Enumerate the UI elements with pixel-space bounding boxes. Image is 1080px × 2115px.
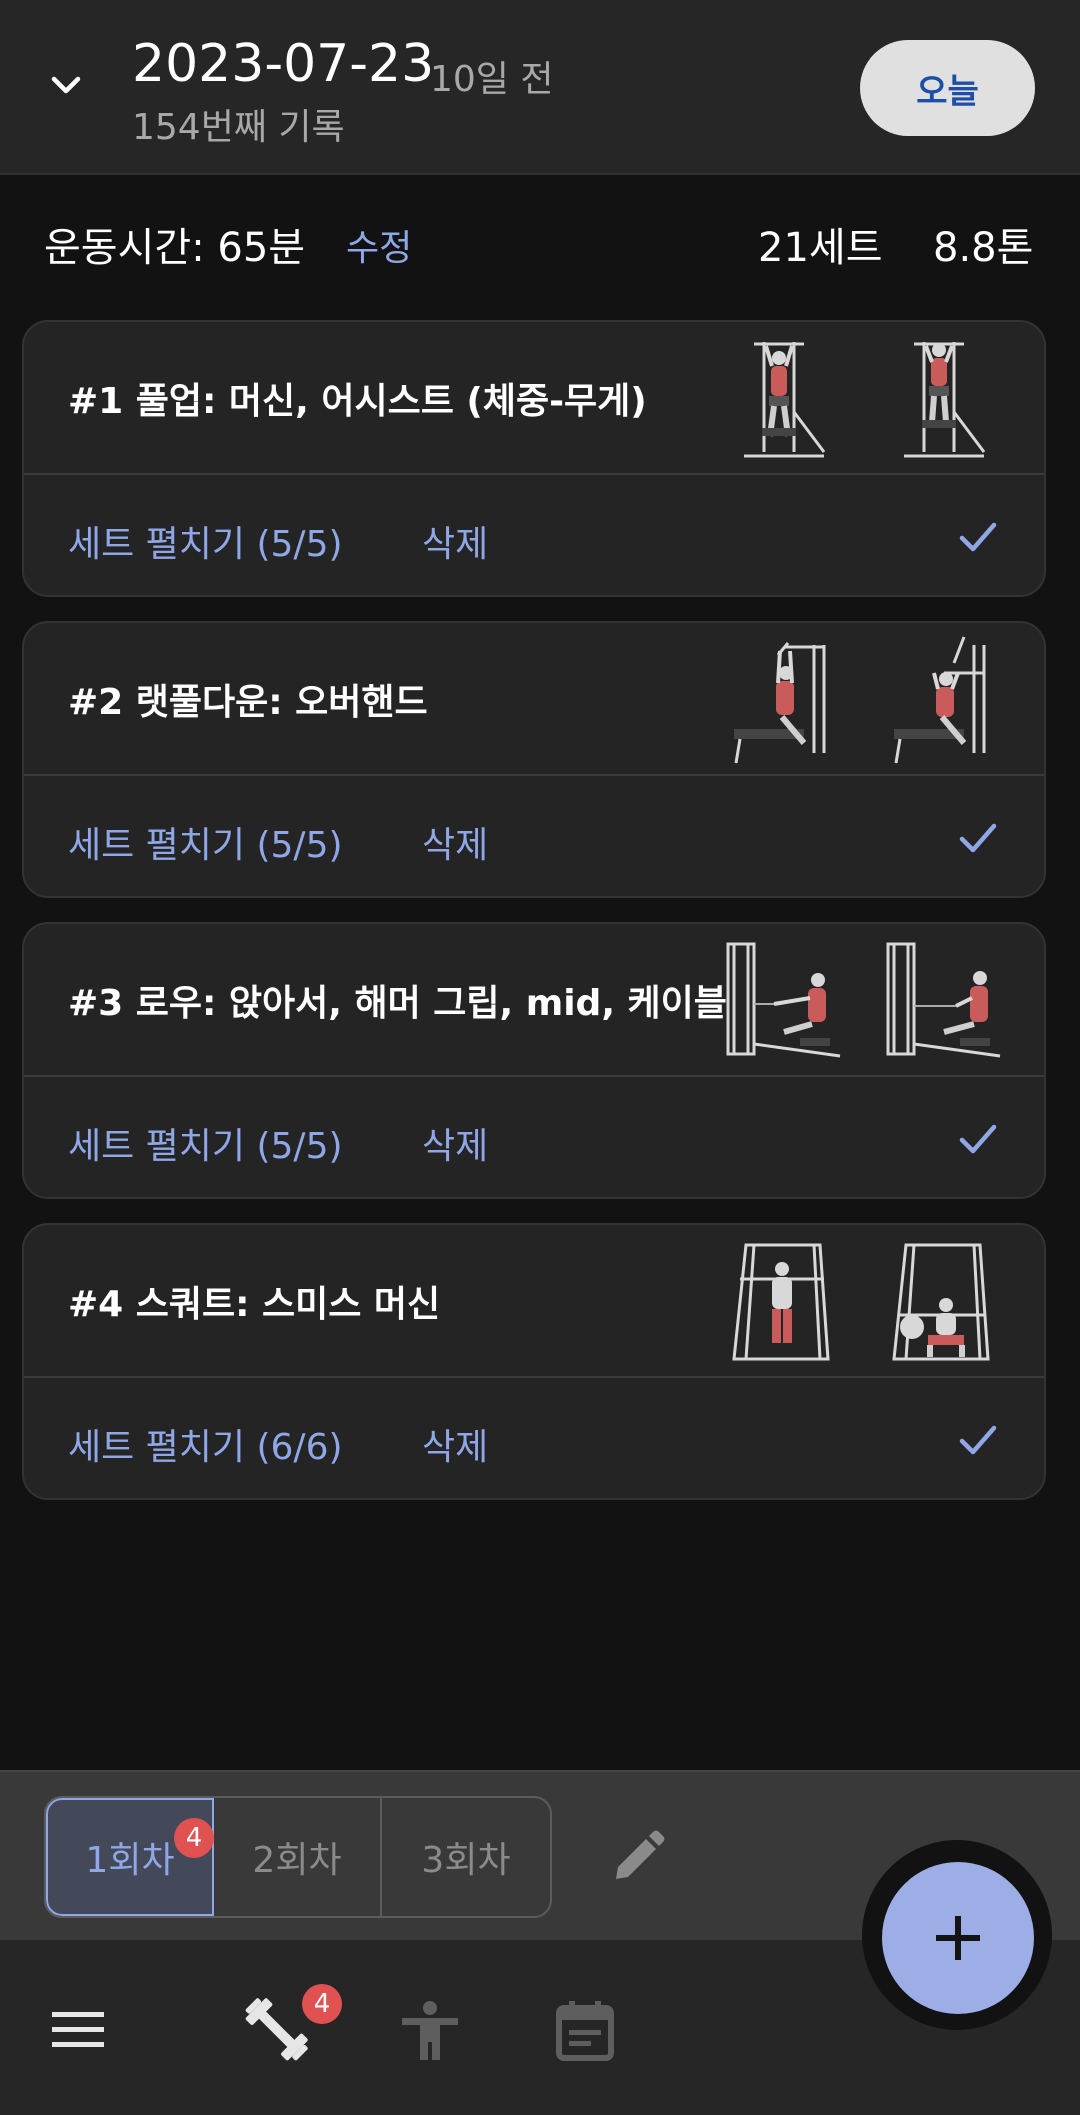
exercise-card-actions: 세트 펼치기 (6/6) 삭제 [24,1380,1044,1498]
exercise-thumbnail-end [892,1243,990,1361]
nav-menu[interactable] [38,1990,118,2070]
workout-badge: 4 [302,1984,342,2024]
record-count-label: 154번째 기록 [132,107,345,148]
add-exercise-button[interactable] [882,1862,1034,2014]
workout-duration: 운동시간: 65분 [44,225,306,271]
chevron-down-icon [51,76,81,94]
check-icon[interactable] [954,1416,1002,1464]
date-title: 2023-07-23 [132,34,435,94]
workout-summary: 운동시간: 65분 수정 21세트 8.8톤 [0,205,1080,275]
exercise-card-header[interactable]: #1 풀업: 머신, 어시스트 (체중-무게) [24,322,1044,475]
exercise-thumbnail-start [732,1243,830,1361]
check-icon[interactable] [954,814,1002,862]
exercise-title: #4 스쿼트: 스미스 머신 [68,1283,441,1325]
expand-sets-button[interactable]: 세트 펼치기 (5/5) [68,1117,343,1169]
exercise-card-header[interactable]: #4 스쿼트: 스미스 머신 [24,1225,1044,1378]
nav-calendar[interactable] [545,1990,625,2070]
exercise-card: #1 풀업: 머신, 어시스트 (체중-무게) 세트 펼치기 (5/5) 삭제 [22,320,1046,597]
exercise-card: #2 랫풀다운: 오버핸드 세트 펼치기 (5/5) 삭제 [22,621,1046,898]
exercise-title: #2 랫풀다운: 오버핸드 [68,681,428,723]
exercise-thumbnail-start [744,342,826,458]
edit-duration-button[interactable]: 수정 [346,219,412,271]
header: 2023-07-23 10일 전 154번째 기록 오늘 [0,0,1080,175]
delete-exercise-button[interactable]: 삭제 [422,1418,488,1470]
calendar-icon [556,2001,614,2061]
expand-sets-button[interactable]: 세트 펼치기 (6/6) [68,1418,343,1470]
nav-body[interactable] [390,1990,470,2070]
exercise-title: #1 풀업: 머신, 어시스트 (체중-무게) [68,380,647,422]
session-badge: 4 [174,1818,214,1858]
session-tab-label: 2회차 [252,1840,342,1881]
body-icon [402,2001,458,2060]
exercise-thumbnail-end [894,636,986,764]
check-icon[interactable] [954,513,1002,561]
exercise-card-actions: 세트 펼치기 (5/5) 삭제 [24,477,1044,595]
exercise-card-actions: 세트 펼치기 (5/5) 삭제 [24,778,1044,896]
session-tab-1[interactable]: 1회차 4 [46,1798,214,1916]
exercise-card: #3 로우: 앉아서, 해머 그립, mid, 케이블 세트 펼치기 (5/5)… [22,922,1046,1199]
exercise-title: #3 로우: 앉아서, 해머 그립, mid, 케이블 [68,982,727,1024]
delete-exercise-button[interactable]: 삭제 [422,816,488,868]
delete-exercise-button[interactable]: 삭제 [422,515,488,567]
expand-sets-button[interactable]: 세트 펼치기 (5/5) [68,816,343,868]
session-tab-3[interactable]: 3회차 [382,1798,550,1916]
exercise-card-header[interactable]: #3 로우: 앉아서, 해머 그립, mid, 케이블 [24,924,1044,1077]
today-button[interactable]: 오늘 [860,40,1035,136]
expand-sets-button[interactable]: 세트 펼치기 (5/5) [68,515,343,567]
plus-icon [936,1916,980,1960]
total-weight: 8.8톤 [933,225,1034,271]
exercise-thumbnail-end [886,942,1001,1058]
total-sets: 21세트 [758,225,883,271]
exercise-thumbnail-start [734,642,826,764]
exercise-thumbnail-start [726,942,841,1058]
nav-workout[interactable]: 4 [236,1984,342,2070]
pencil-icon[interactable] [608,1827,668,1887]
delete-exercise-button[interactable]: 삭제 [422,1117,488,1169]
days-ago-label: 10일 전 [430,59,554,100]
menu-icon [52,2012,104,2047]
check-icon[interactable] [954,1115,1002,1163]
session-tab-label: 1회차 [85,1840,175,1881]
exercise-card-header[interactable]: #2 랫풀다운: 오버핸드 [24,623,1044,776]
collapse-button[interactable] [36,55,96,115]
exercise-card-actions: 세트 펼치기 (5/5) 삭제 [24,1079,1044,1197]
exercise-card: #4 스쿼트: 스미스 머신 세트 펼치기 (6/6) 삭제 [22,1223,1046,1500]
session-tabs: 1회차 4 2회차 3회차 [44,1796,552,1918]
exercise-thumbnail-end [904,342,986,458]
session-tab-2[interactable]: 2회차 [214,1798,382,1916]
session-tab-label: 3회차 [421,1840,511,1881]
